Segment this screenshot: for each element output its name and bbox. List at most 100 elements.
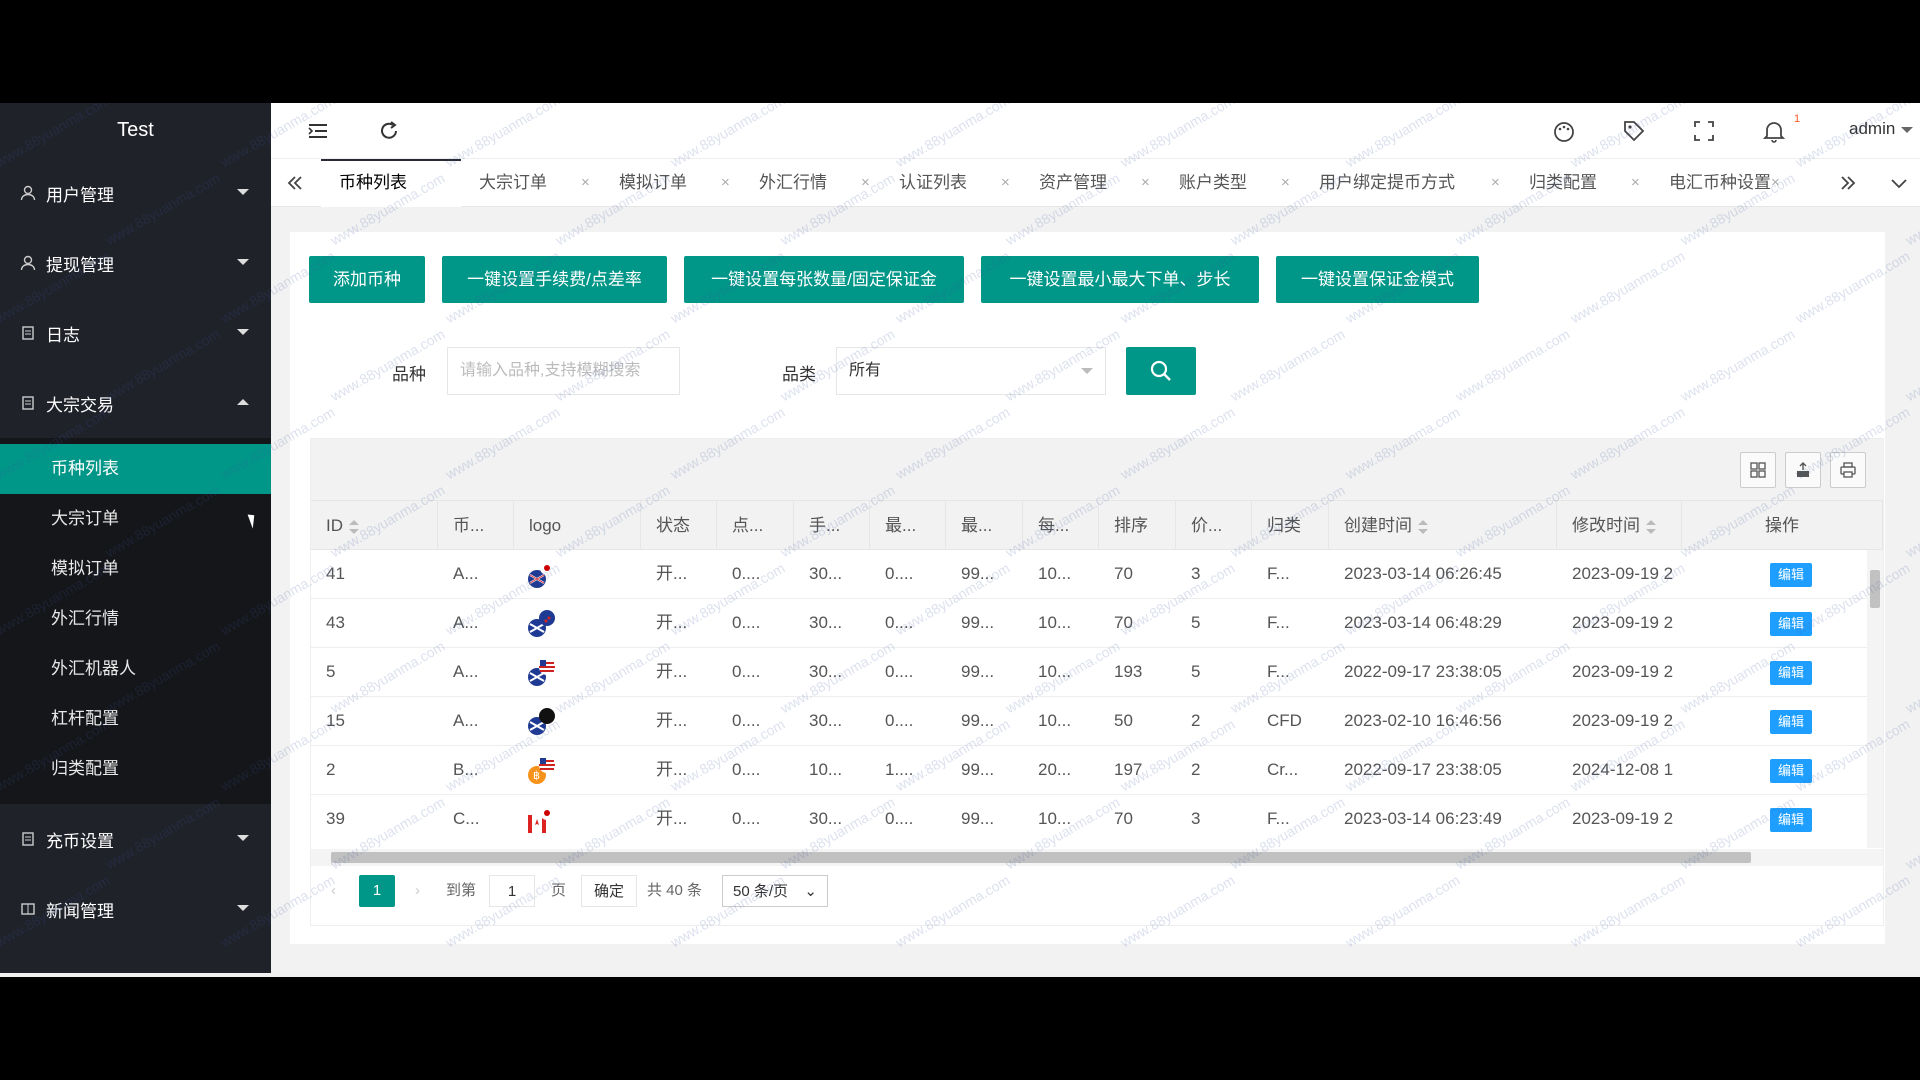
sidebar-item-forex-quotes[interactable]: 外汇行情 [0, 594, 271, 644]
cell-max: 99... [961, 809, 995, 828]
print-button[interactable] [1830, 452, 1866, 488]
sidebar-item-forex-robot[interactable]: 外汇机器人 [0, 644, 271, 694]
goto-confirm-button[interactable]: 确定 [581, 875, 638, 907]
table-row: 15 A... 开... 0.... 30... 0.... 99... 10... 50 2 CF… [311, 697, 1867, 746]
sidebar-group-trade[interactable]: 大宗交易 [0, 368, 271, 438]
fullscreen-icon[interactable] [1691, 117, 1717, 145]
edit-button[interactable]: 编辑 [1770, 612, 1812, 636]
theme-icon[interactable] [1551, 117, 1577, 145]
set-order-size-button[interactable]: 一键设置最小最大下单、步长 [981, 256, 1259, 303]
cell-status: 开... [656, 662, 688, 681]
tab-sim-orders[interactable]: 模拟订单 × [601, 159, 741, 207]
close-icon[interactable]: × [1771, 159, 1780, 207]
cell-max: 99... [961, 564, 995, 583]
prev-page-icon[interactable]: ‹ [331, 875, 336, 907]
sidebar-item-sim-orders[interactable]: 模拟订单 [0, 544, 271, 594]
scrollbar-thumb[interactable] [331, 852, 1751, 863]
export-button[interactable] [1785, 452, 1821, 488]
edit-button[interactable]: 编辑 [1770, 808, 1812, 832]
sort-icon[interactable] [349, 519, 359, 534]
variety-search-input[interactable]: 请输入品种,支持模糊搜索 [447, 347, 680, 395]
bell-icon[interactable] [1761, 117, 1787, 145]
cell-each: 10... [1038, 564, 1072, 583]
cell-sort: 50 [1114, 711, 1133, 730]
close-icon[interactable]: × [721, 159, 730, 207]
close-icon[interactable]: × [1141, 159, 1150, 207]
edit-button[interactable]: 编辑 [1770, 710, 1812, 734]
sort-icon[interactable] [1418, 519, 1428, 534]
columns-filter-button[interactable] [1740, 452, 1776, 488]
tab-forex-quotes[interactable]: 外汇行情 × [741, 159, 881, 207]
cell-point: 0.... [732, 711, 761, 730]
user-menu[interactable]: admin [1849, 119, 1914, 139]
search-button[interactable] [1126, 347, 1196, 395]
cell-price: 2 [1191, 711, 1201, 730]
column-header-modified[interactable]: 修改时间 [1557, 501, 1682, 550]
goto-page-input[interactable]: 1 [489, 875, 535, 907]
sidebar-group-withdraw[interactable]: 提现管理 [0, 228, 271, 298]
sidebar-group-deposit[interactable]: 充币设置 [0, 804, 271, 874]
cell-max: 99... [961, 613, 995, 632]
sidebar-item-leverage[interactable]: 杠杆配置 [0, 694, 271, 744]
edit-button[interactable]: 编辑 [1770, 661, 1812, 685]
close-icon[interactable]: × [861, 159, 870, 207]
tab-wire-currency[interactable]: 电汇币种设置 × [1651, 159, 1791, 207]
column-header-id[interactable]: ID [311, 501, 438, 550]
export-icon [1797, 462, 1809, 477]
horizontal-scrollbar[interactable] [311, 849, 1883, 866]
edit-button[interactable]: 编辑 [1770, 563, 1812, 587]
tab-auth-list[interactable]: 认证列表 × [881, 159, 1021, 207]
cell-modified: 2023-09-19 2 [1572, 711, 1674, 730]
cell-max: 99... [961, 711, 995, 730]
set-margin-button[interactable]: 一键设置每张数量/固定保证金 [684, 256, 964, 303]
close-icon[interactable]: × [1491, 159, 1500, 207]
menu-toggle-icon[interactable] [307, 120, 329, 142]
sidebar-group-news[interactable]: 新闻管理 [0, 874, 271, 944]
sidebar-group-label: 新闻管理 [46, 901, 114, 921]
cell-max: 99... [961, 760, 995, 779]
set-fee-button[interactable]: 一键设置手续费/点差率 [442, 256, 667, 303]
close-icon[interactable]: × [1001, 159, 1010, 207]
tab-bulk-orders[interactable]: 大宗订单 × [461, 159, 601, 207]
currency-flag-icon [528, 561, 554, 588]
sidebar-group-label: 充币设置 [46, 831, 114, 851]
close-icon[interactable]: × [581, 159, 590, 207]
tab-category-config[interactable]: 归类配置 × [1511, 159, 1651, 207]
chevron-down-icon: ⌄ [804, 883, 817, 900]
sidebar-item-category[interactable]: 归类配置 [0, 744, 271, 794]
notification-badge: 1 [1794, 113, 1801, 125]
scrollbar-thumb[interactable] [1870, 570, 1880, 608]
column-header-created[interactable]: 创建时间 [1329, 501, 1557, 550]
sidebar-group-users[interactable]: 用户管理 [0, 158, 271, 228]
tabs-scroll-left-icon[interactable] [283, 171, 307, 195]
add-coin-button[interactable]: 添加币种 [309, 256, 425, 303]
edit-button[interactable]: 编辑 [1770, 759, 1812, 783]
tab-account-types[interactable]: 账户类型 × [1161, 159, 1301, 207]
cell-modified: 2023-09-19 2 [1572, 613, 1674, 632]
tab-assets[interactable]: 资产管理 × [1021, 159, 1161, 207]
tag-icon[interactable] [1621, 117, 1647, 145]
tab-withdraw-methods[interactable]: 用户绑定提币方式 × [1301, 159, 1511, 207]
next-page-icon[interactable]: › [415, 875, 420, 907]
chevron-down-icon [237, 189, 249, 195]
sidebar-item-coin-list[interactable]: 币种列表 [0, 444, 271, 494]
user-icon [20, 255, 36, 271]
set-margin-mode-button[interactable]: 一键设置保证金模式 [1276, 256, 1479, 303]
close-icon[interactable]: × [1631, 159, 1640, 207]
tabs-scroll-right-icon[interactable] [1836, 171, 1860, 195]
tab-coin-list[interactable]: 币种列表 [321, 159, 461, 207]
sidebar-group-log[interactable]: 日志 [0, 298, 271, 368]
chevron-down-icon [237, 905, 249, 911]
cell-point: 0.... [732, 662, 761, 681]
cell-coin: A... [453, 564, 479, 583]
sidebar-item-bulk-orders[interactable]: 大宗订单 [0, 494, 271, 544]
page-size-select[interactable]: 50 条/页 ⌄ [722, 875, 828, 907]
refresh-icon[interactable] [378, 120, 400, 142]
vertical-scrollbar[interactable] [1867, 550, 1883, 848]
tabs-menu-chevron-icon[interactable] [1887, 171, 1911, 195]
close-icon[interactable]: × [1281, 159, 1290, 207]
cell-each: 10... [1038, 613, 1072, 632]
category-select[interactable]: 所有 [836, 347, 1106, 395]
sort-icon[interactable] [1646, 519, 1656, 534]
page-button-current[interactable]: 1 [359, 875, 395, 907]
